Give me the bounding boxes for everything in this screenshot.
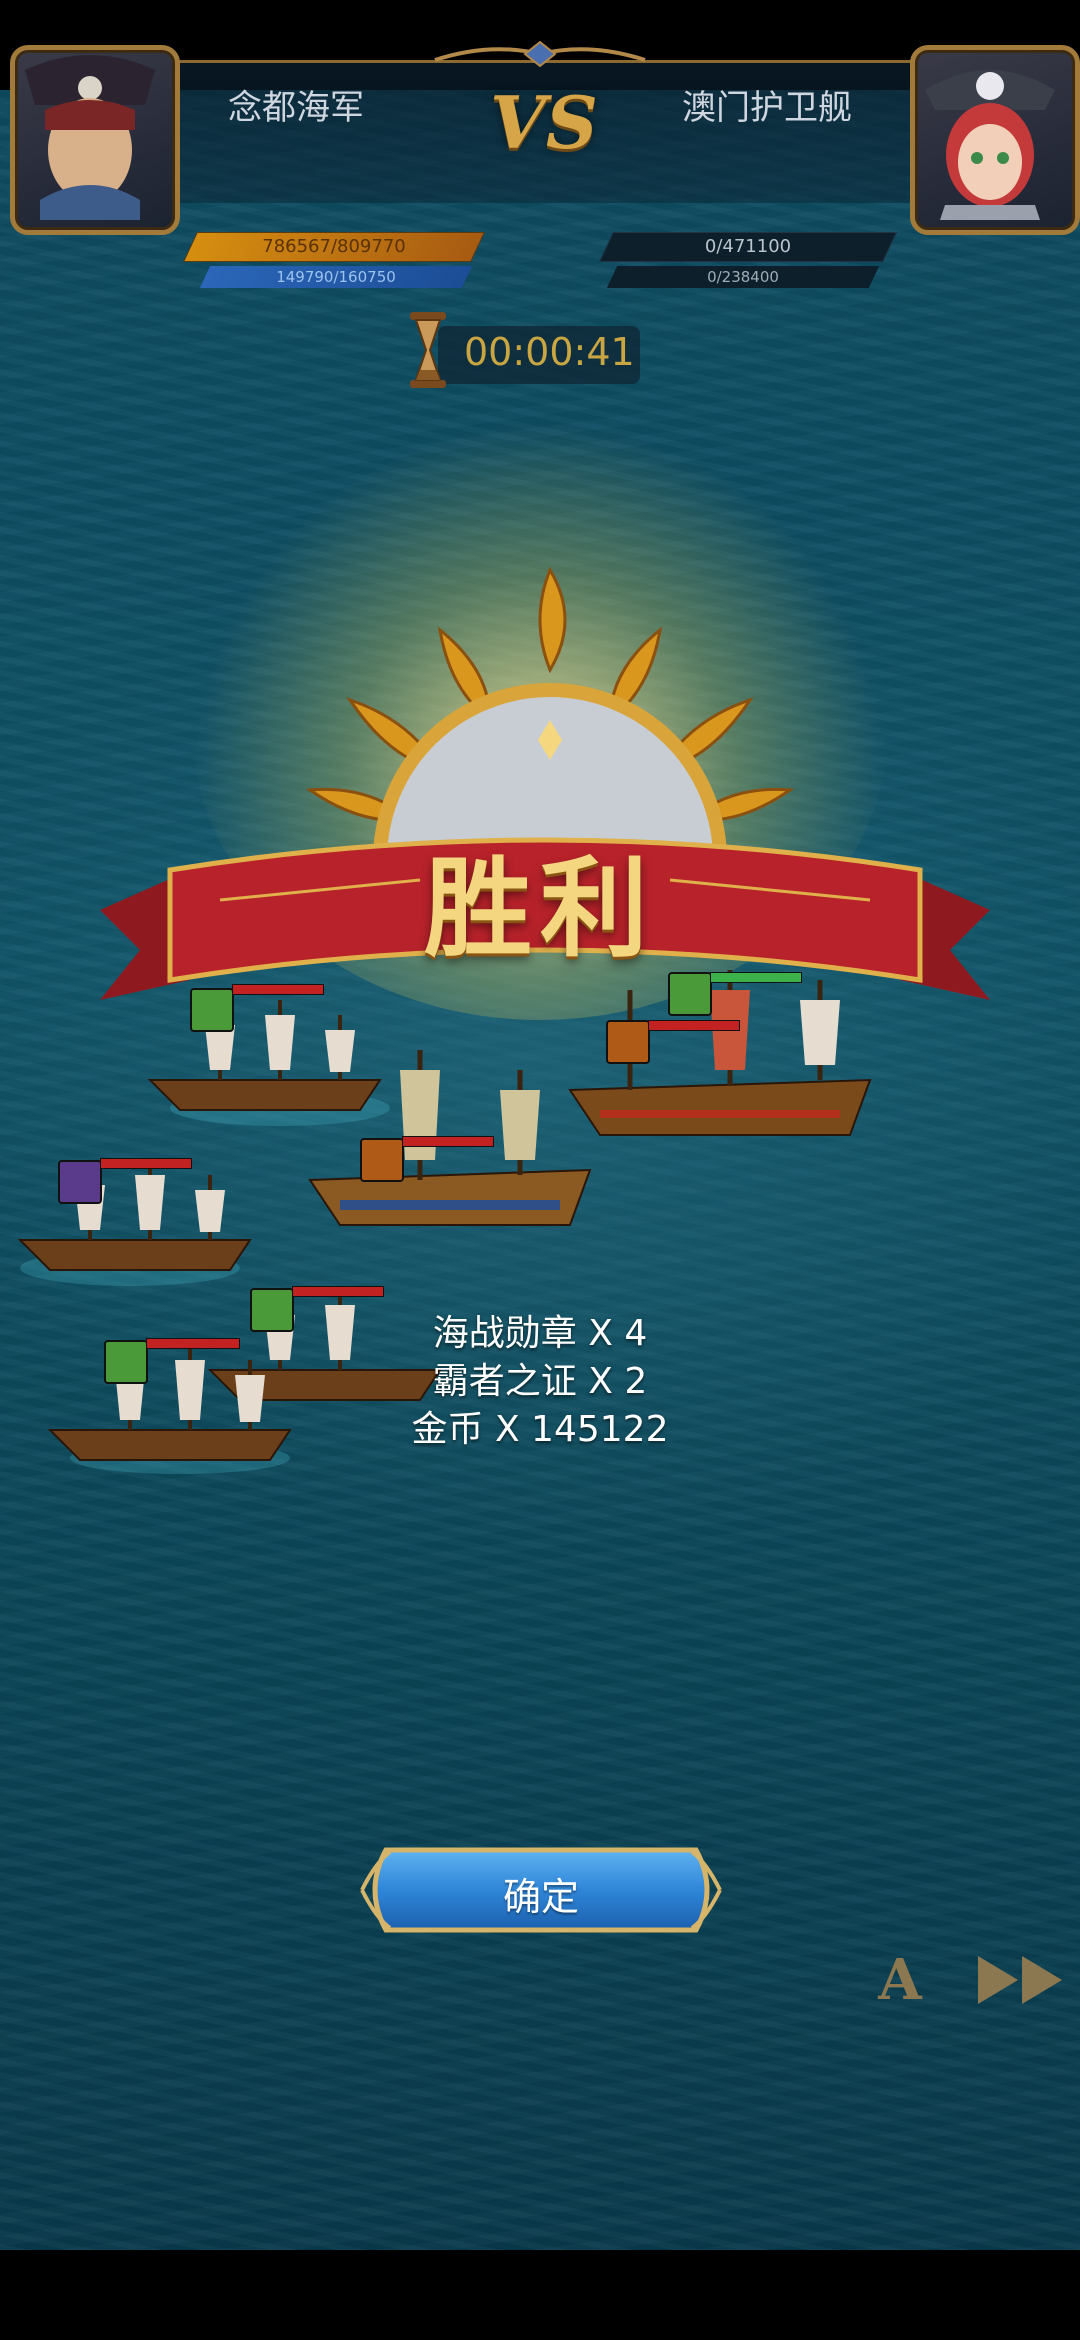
player-hp-text: 786567/809770 — [262, 236, 406, 257]
skill-icon — [606, 1020, 650, 1064]
allied-ship — [17, 1160, 252, 1286]
player-mp-text: 149790/160750 — [276, 268, 396, 286]
ship-hp-bar — [232, 984, 324, 995]
reward-item: 霸者之证 X 2 — [432, 1361, 648, 1402]
skill-icon — [360, 1138, 404, 1182]
vs-label: VS — [490, 80, 598, 165]
navigation-bar — [0, 2250, 1080, 2340]
enemy-mp-text: 0/238400 — [707, 268, 779, 286]
ship-hp-bar — [710, 972, 802, 983]
reward-item: 金币 X 145122 — [411, 1409, 669, 1450]
battle-timer: 00:00:41 — [464, 330, 635, 374]
fast-forward-icon[interactable] — [974, 1950, 1070, 2010]
player-mp-bar: 149790/160750 — [199, 266, 473, 288]
ship-hp-bar — [100, 1158, 192, 1169]
enemy-hp-bar: 0/471100 — [599, 232, 897, 262]
header-crest — [434, 40, 646, 68]
reward-list: 海战勋章 X 4 霸者之证 X 2 金币 X 145122 — [0, 1310, 1080, 1454]
hourglass-icon — [410, 312, 446, 388]
enemy-mp-bar: 0/238400 — [606, 266, 880, 288]
enemy-hp-text: 0/471100 — [704, 236, 792, 257]
ship-hp-bar — [292, 1286, 384, 1297]
repair-icon — [190, 988, 234, 1032]
skill-icon — [58, 1160, 102, 1204]
player-hp-bar: 786567/809770 — [183, 232, 485, 262]
auto-battle-button[interactable]: A — [870, 1950, 930, 2010]
player-name: 念都海军 — [228, 88, 364, 128]
victory-title: 胜利 — [423, 846, 656, 972]
enemy-name: 澳门护卫舰 — [682, 88, 852, 128]
player-avatar — [10, 45, 180, 235]
repair-icon — [668, 972, 712, 1016]
reward-item: 海战勋章 X 4 — [432, 1313, 648, 1354]
ship-hp-bar — [648, 1020, 740, 1031]
enemy-avatar — [910, 45, 1080, 235]
ship-hp-bar — [402, 1136, 494, 1147]
confirm-button-label[interactable]: 确定 — [356, 1866, 726, 1921]
